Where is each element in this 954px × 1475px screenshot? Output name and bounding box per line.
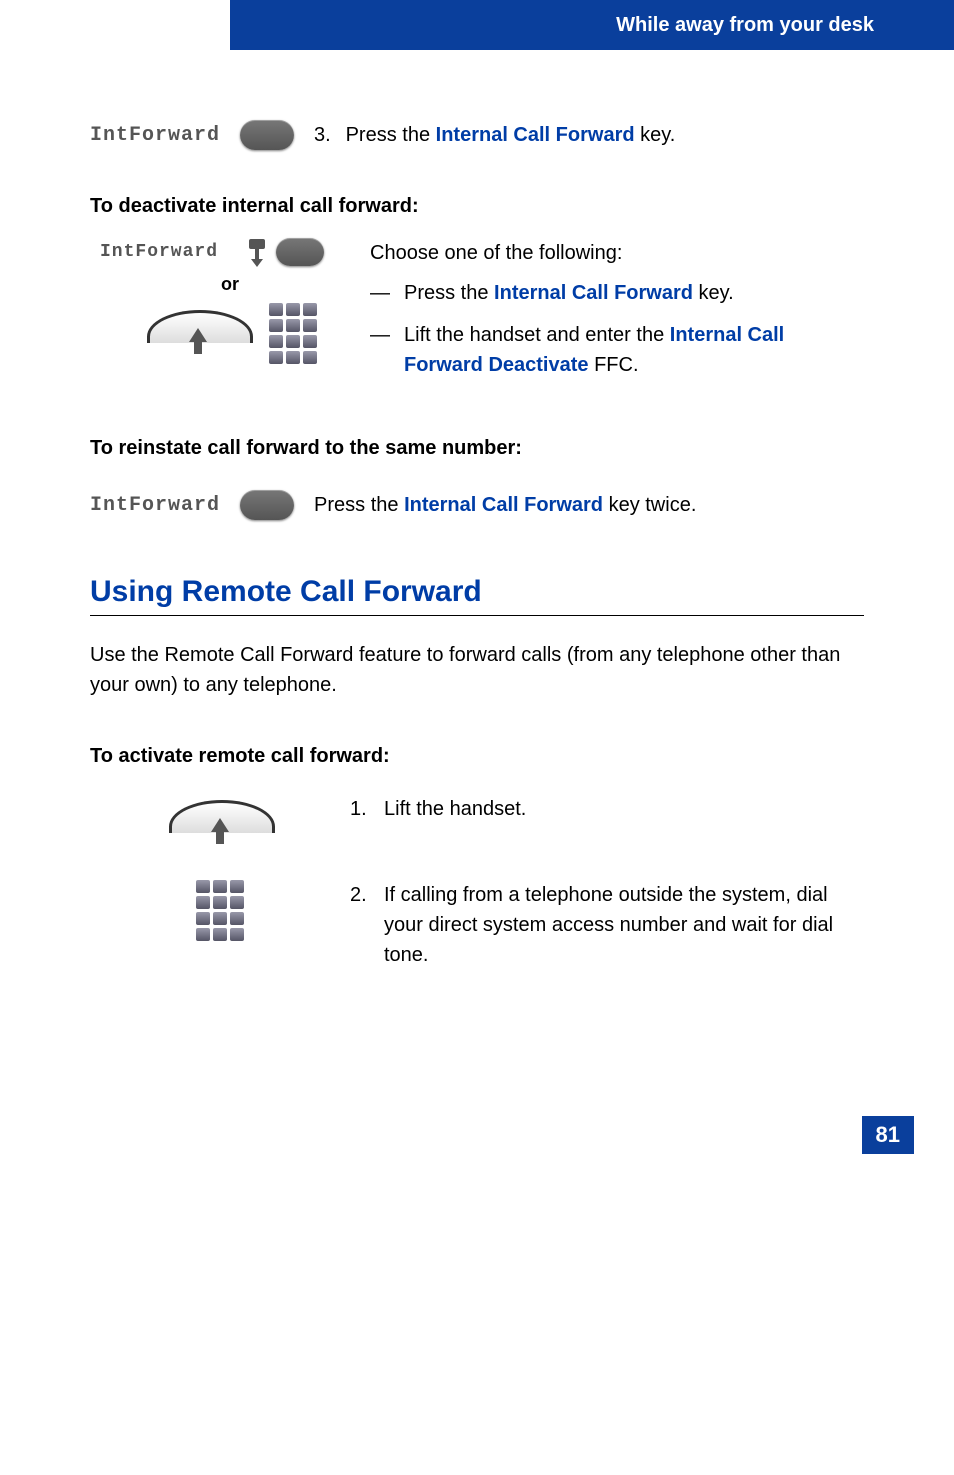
intforward-label-3: IntForward [90, 494, 220, 517]
page-content: IntForward 3. Press the Internal Call Fo… [0, 50, 954, 1036]
remote-step-1: 1. Lift the handset. [90, 794, 864, 854]
softkey-icon [240, 120, 294, 150]
deactivate-option-2: — Lift the handset and enter the Interna… [370, 320, 864, 380]
reinstate-text: Press the Internal Call Forward key twic… [314, 490, 696, 520]
keypad-icon [269, 303, 317, 364]
deactivate-icons: IntForward or [90, 238, 370, 364]
opt1-prefix: Press the [404, 282, 494, 304]
deactivate-text: Choose one of the following: — Press the… [370, 238, 864, 392]
step1-number: 1. [350, 794, 384, 824]
step3-suffix: key. [635, 124, 676, 146]
deactivate-option-1: — Press the Internal Call Forward key. [370, 278, 864, 308]
opt2-prefix: Lift the handset and enter the [404, 324, 670, 346]
reinstate-prefix: Press the [314, 494, 404, 516]
internal-call-forward-link: Internal Call Forward [436, 124, 635, 146]
step2-text: If calling from a telephone outside the … [384, 880, 864, 970]
reinstate-heading: To reinstate call forward to the same nu… [90, 437, 864, 460]
activate-remote-heading: To activate remote call forward: [90, 745, 864, 768]
dash-icon: — [370, 320, 404, 380]
deactivate-block: IntForward or [90, 238, 864, 392]
pushpin-icon [246, 239, 268, 265]
step3-prefix: Press the [346, 124, 436, 146]
remote-section-title: Using Remote Call Forward [90, 575, 864, 616]
header-bar: While away from your desk [230, 0, 954, 50]
remote-step-2: 2. If calling from a telephone outside t… [90, 880, 864, 970]
deactivate-options: — Press the Internal Call Forward key. —… [370, 278, 864, 380]
handset-lift-icon [165, 794, 275, 854]
dash-icon: — [370, 278, 404, 308]
step3-row: IntForward 3. Press the Internal Call Fo… [90, 120, 864, 150]
step2-number: 2. [350, 880, 384, 970]
icons-row-2 [90, 303, 370, 364]
icons-row-1: IntForward [90, 238, 370, 266]
opt2-suffix: FFC. [589, 354, 639, 376]
internal-call-forward-link: Internal Call Forward [494, 282, 693, 304]
step3-number: 3. [314, 120, 340, 150]
page-number: 81 [862, 1116, 914, 1154]
reinstate-row: IntForward Press the Internal Call Forwa… [90, 490, 864, 520]
step1-text: Lift the handset. [384, 794, 526, 824]
opt1-suffix: key. [693, 282, 734, 304]
header-title: While away from your desk [616, 14, 874, 37]
or-text: or [90, 274, 370, 295]
internal-call-forward-link: Internal Call Forward [404, 494, 603, 516]
step3-text: 3. Press the Internal Call Forward key. [314, 120, 675, 150]
softkey-icon [240, 490, 294, 520]
keypad-icon [196, 880, 244, 941]
choose-text: Choose one of the following: [370, 238, 864, 268]
softkey-icon [276, 238, 324, 266]
handset-lift-icon [143, 304, 253, 364]
reinstate-suffix: key twice. [603, 494, 696, 516]
deactivate-heading: To deactivate internal call forward: [90, 195, 864, 218]
intforward-label: IntForward [90, 124, 220, 147]
intforward-label-2: IntForward [100, 242, 218, 262]
remote-intro: Use the Remote Call Forward feature to f… [90, 640, 864, 700]
